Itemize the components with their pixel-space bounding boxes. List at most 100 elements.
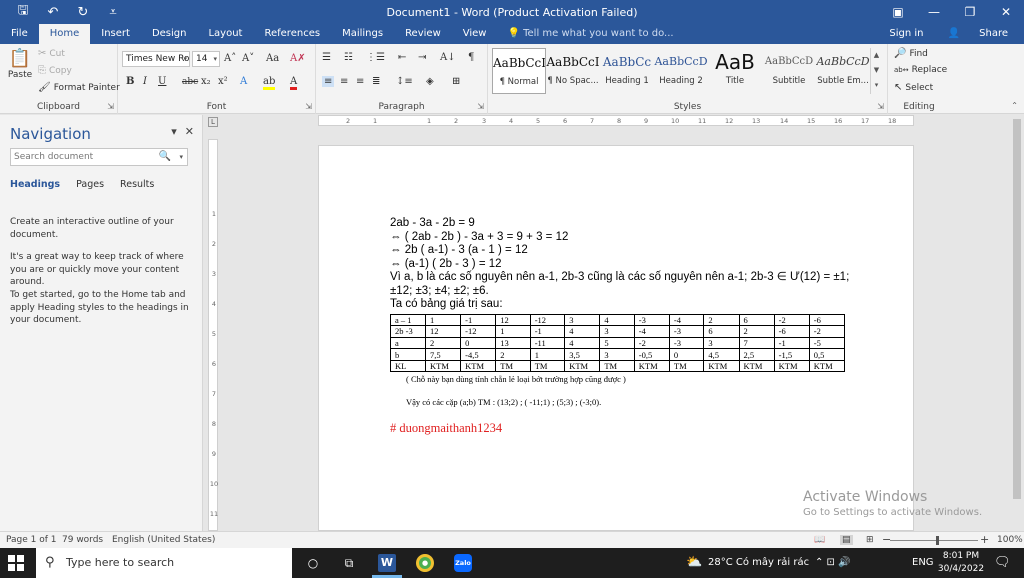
redo-icon[interactable]: ↻ <box>68 5 98 20</box>
shrink-font-button[interactable]: A˅ <box>242 53 254 64</box>
font-size-combo[interactable]: 14 ▾ <box>192 51 220 67</box>
tell-me-box[interactable]: 💡 Tell me what you want to do... <box>497 24 683 44</box>
task-view-icon[interactable]: ⧉ <box>340 554 358 572</box>
search-icon[interactable]: 🔍 <box>159 149 171 165</box>
share-button[interactable]: 👤 Share <box>932 24 1024 44</box>
text-effects-button[interactable]: A <box>240 76 247 87</box>
increase-indent-button[interactable]: ⇥ <box>418 52 426 63</box>
line-spacing-button[interactable]: ↕≡ <box>396 76 413 87</box>
font-launcher-icon[interactable]: ⇲ <box>305 102 312 111</box>
style-heading-2[interactable]: AaBbCcD Heading 2 <box>654 48 708 94</box>
word-count[interactable]: 79 words <box>62 535 103 545</box>
search-document-input[interactable]: Search document 🔍 ▾ <box>10 148 188 166</box>
tab-file[interactable]: File <box>0 24 39 44</box>
read-mode-icon[interactable]: 📖 <box>814 535 825 545</box>
align-right-button[interactable]: ≡ <box>356 76 364 87</box>
tab-review[interactable]: Review <box>394 24 452 44</box>
minimize-icon[interactable]: — <box>916 0 952 24</box>
vertical-ruler[interactable]: 1 2 3 4 5 6 7 8 9 10 11 <box>208 139 218 531</box>
document-page[interactable]: 2ab - 3a - 2b = 9 ⇔ ( 2ab - 2b ) - 3a + … <box>318 145 914 531</box>
decrease-indent-button[interactable]: ⇤ <box>398 52 406 63</box>
superscript-button[interactable]: x² <box>218 76 228 87</box>
more-styles-icon[interactable]: ▾ <box>871 78 882 93</box>
bullets-button[interactable]: ☰ <box>322 52 331 63</box>
taskbar-clock[interactable]: 8:01 PM 30/4/2022 <box>932 550 990 576</box>
style-no-spacing[interactable]: AaBbCcI ¶ No Spac... <box>546 48 600 94</box>
weather-widget[interactable]: 28°C Có mây rải rác <box>708 548 809 578</box>
bold-button[interactable]: B <box>126 76 134 87</box>
justify-button[interactable]: ≣ <box>372 76 380 87</box>
replace-button[interactable]: ab↔ Replace <box>894 65 947 75</box>
style-subtle-emphasis[interactable]: AaBbCcD Subtle Em... <box>816 48 870 94</box>
styles-launcher-icon[interactable]: ⇲ <box>877 102 884 111</box>
zoom-slider-handle[interactable] <box>936 536 939 545</box>
print-layout-icon[interactable]: ▤ <box>840 535 853 545</box>
highlight-button[interactable]: ab <box>263 76 276 90</box>
tab-layout[interactable]: Layout <box>197 24 253 44</box>
align-left-button[interactable]: ≡ <box>322 76 335 87</box>
taskbar-search-input[interactable]: ⚲ Type here to search <box>36 548 292 578</box>
paragraph-launcher-icon[interactable]: ⇲ <box>477 102 484 111</box>
multilevel-list-button[interactable]: ⋮☰ <box>366 52 385 63</box>
strikethrough-button[interactable]: abc <box>182 77 198 87</box>
tab-references[interactable]: References <box>253 24 331 44</box>
sort-button[interactable]: A↓ <box>440 52 456 63</box>
font-color-button[interactable]: A <box>290 76 298 90</box>
restore-icon[interactable]: ❐ <box>952 0 988 24</box>
style-normal[interactable]: AaBbCcI ¶ Normal <box>492 48 546 94</box>
sign-in-link[interactable]: Sign in <box>881 24 931 44</box>
style-title[interactable]: AaB Title <box>708 48 762 94</box>
numbering-button[interactable]: ☷ <box>344 52 353 63</box>
select-button[interactable]: ↖ Select <box>894 82 933 93</box>
tab-design[interactable]: Design <box>141 24 198 44</box>
tab-selector[interactable]: L <box>208 117 218 127</box>
word-app-icon[interactable]: W <box>378 554 396 572</box>
styles-scroll[interactable]: ▲ ▼ ▾ <box>870 48 882 94</box>
collapse-ribbon-icon[interactable]: ⌃ <box>1011 101 1018 110</box>
tab-headings[interactable]: Headings <box>10 179 60 190</box>
format-painter-button[interactable]: 🖌 Format Painter <box>38 82 120 93</box>
copy-button[interactable]: ⎘ Copy <box>38 65 72 76</box>
system-tray-icons[interactable]: ⌃ ⊡ 🔊 <box>815 548 851 578</box>
clipboard-launcher-icon[interactable]: ⇲ <box>107 102 114 111</box>
center-button[interactable]: ≡ <box>340 76 348 87</box>
close-icon[interactable]: ✕ <box>988 0 1024 24</box>
paste-button[interactable]: 📋 Paste <box>8 48 32 80</box>
zoom-in-button[interactable]: + <box>980 533 989 546</box>
windows-start-icon[interactable] <box>8 555 24 571</box>
page-count[interactable]: Page 1 of 1 <box>6 535 57 545</box>
clear-formatting-button[interactable]: A✗ <box>290 53 306 64</box>
tab-view[interactable]: View <box>452 24 498 44</box>
close-icon[interactable]: ✕ <box>185 125 194 138</box>
font-name-combo[interactable]: Times New Ro ▾ <box>122 51 190 67</box>
tab-mailings[interactable]: Mailings <box>331 24 394 44</box>
input-language[interactable]: ENG <box>912 548 934 578</box>
zoom-slider[interactable] <box>890 540 978 541</box>
chevron-down-icon[interactable]: ▼ <box>871 63 882 78</box>
cut-button[interactable]: ✂ Cut <box>38 48 65 59</box>
customize-qat-icon[interactable]: ⩡ <box>98 5 128 20</box>
web-layout-icon[interactable]: ⊞ <box>866 535 874 545</box>
chevron-down-icon[interactable]: ▾ <box>171 125 177 138</box>
save-icon[interactable]: 🖫 <box>8 1 38 23</box>
language-indicator[interactable]: English (United States) <box>112 535 215 545</box>
grow-font-button[interactable]: A˄ <box>224 53 236 64</box>
italic-button[interactable]: I <box>143 76 147 87</box>
tab-results[interactable]: Results <box>120 179 154 190</box>
chrome-app-icon[interactable]: ● <box>416 554 434 572</box>
tab-pages[interactable]: Pages <box>76 179 104 190</box>
cortana-icon[interactable]: ○ <box>304 554 322 572</box>
document-content[interactable]: 2ab - 3a - 2b = 9 ⇔ ( 2ab - 2b ) - 3a + … <box>390 217 849 436</box>
undo-icon[interactable]: ↶ <box>38 5 68 20</box>
zoom-level[interactable]: 100% <box>997 535 1023 545</box>
tab-insert[interactable]: Insert <box>90 24 141 44</box>
show-marks-button[interactable]: ¶ <box>468 52 474 63</box>
style-heading-1[interactable]: AaBbCc Heading 1 <box>600 48 654 94</box>
subscript-button[interactable]: x₂ <box>201 76 211 87</box>
weather-icon[interactable]: ⛅ <box>686 548 702 578</box>
find-button[interactable]: 🔎 Find <box>894 48 928 59</box>
vertical-scrollbar[interactable] <box>1010 115 1024 531</box>
change-case-button[interactable]: Aa <box>266 53 279 64</box>
shading-button[interactable]: ◈ <box>426 76 434 87</box>
underline-button[interactable]: U <box>158 76 166 87</box>
